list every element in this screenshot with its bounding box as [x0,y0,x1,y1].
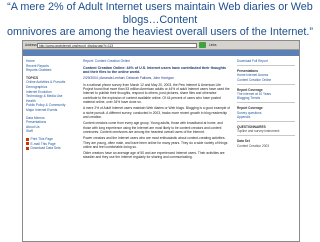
coverage-link[interactable]: Appendix [237,115,295,119]
breadcrumb[interactable]: Report: Content Creation Online [83,59,231,63]
divider [237,83,295,85]
report-byline: 2/29/2004 | Amanda Lenhart, Deborah Fall… [83,76,174,81]
links-label[interactable]: Links [209,41,216,49]
presentation-link[interactable]: Content Creation Online [237,78,295,82]
slide-title-line-1: “A mere 2% of Adult Internet users maint… [7,1,313,26]
slide-title: “A mere 2% of Adult Internet users maint… [0,1,320,39]
data-set-text[interactable]: Content Creation 2003 [237,144,295,148]
address-bar: Address http://www.pewinternet.org/repor… [23,41,299,50]
report-paragraph: Content creators come from every age gro… [83,121,223,134]
tool-download[interactable]: Download Data Sets [26,146,78,151]
questionnaires-text[interactable]: Topline and survey instrument [237,129,295,133]
report-paragraph: A mere 2% of Adult Internet users mainta… [83,106,231,119]
left-nav: Home Recent Reports Reports Grabbed TOPI… [26,59,78,151]
divider [237,65,295,67]
download-full-report-link[interactable]: Download Full Report [237,59,295,63]
report-paragraph: In a national phone survey from March 12… [83,83,230,104]
site-header-band [23,50,299,56]
slide-title-line-2: omnivores are among the heaviest overall… [6,26,314,38]
right-column: Download Full Report Presentations Home … [237,59,295,148]
main-content: Report: Content Creation Online Content … [83,59,231,162]
url-field[interactable]: http://www.pewinternet.org/report_displa… [37,42,197,48]
bullet-icon [26,137,29,141]
bullet-icon [26,146,29,150]
divider [237,121,295,123]
divider [237,102,295,104]
bullet-icon [26,142,29,146]
report-title: Content Creation Online: 44% of U.S. Int… [83,65,226,74]
report-paragraph: Older creators have an average age of 50… [83,151,225,160]
tool-download-label: Download Data Sets [30,146,61,151]
press-link[interactable]: Blogging Trends [237,96,295,100]
divider [237,135,295,137]
tool-email-label: E-mail This Page [30,141,56,146]
address-label: Address [25,43,37,47]
go-button[interactable] [199,42,206,48]
report-paragraph: Power creators and the Internet users wh… [83,136,228,149]
tool-print-label: Print This Page [30,136,53,141]
browser-screenshot: Address http://www.pewinternet.org/repor… [22,40,300,242]
nav-item-reports-grabbed[interactable]: Reports Grabbed [26,68,78,73]
